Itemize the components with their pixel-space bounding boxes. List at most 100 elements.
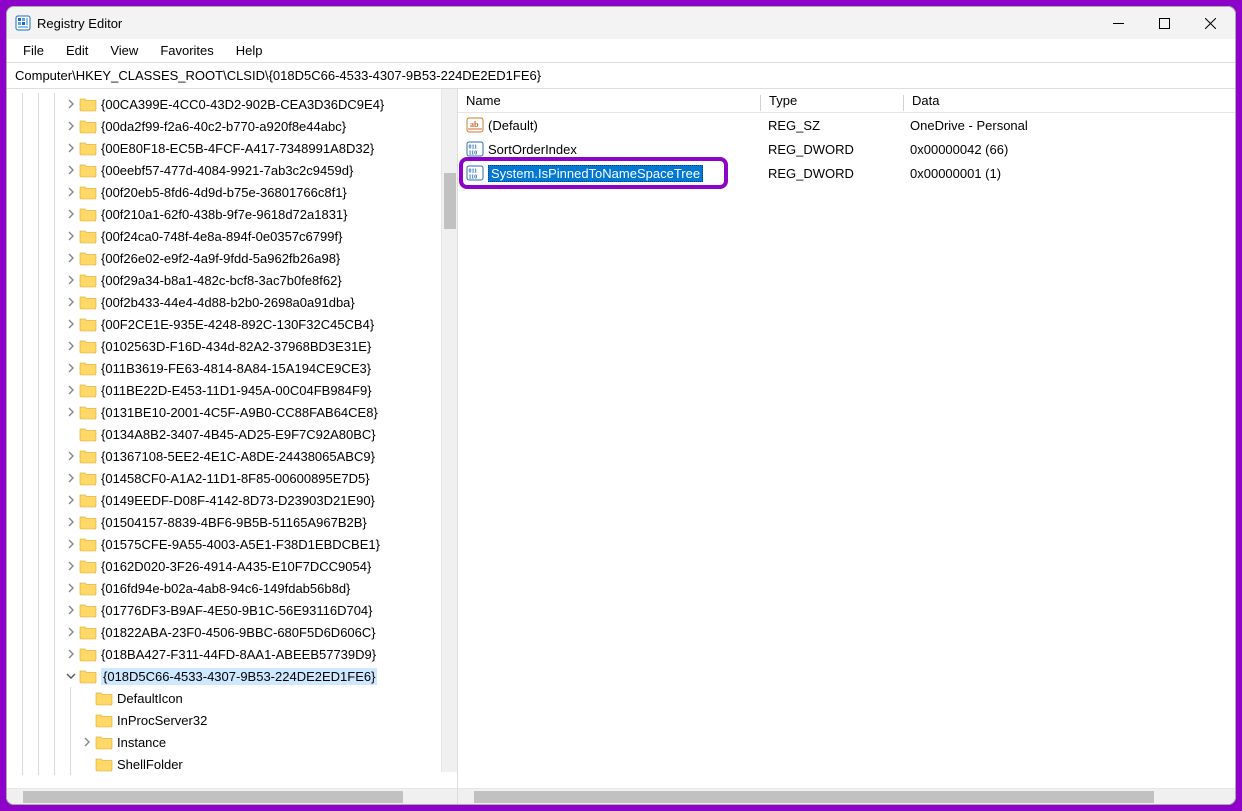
tree-item[interactable]: {018D5C66-4533-4307-9B53-224DE2ED1FE6} [7,665,457,687]
chevron-right-icon[interactable] [63,203,79,225]
tree-item[interactable]: DefaultIcon [7,687,457,709]
chevron-right-icon[interactable] [63,357,79,379]
tree-item[interactable]: {0162D020-3F26-4914-A435-E10F7DCC9054} [7,555,457,577]
tree-item-label: {01575CFE-9A55-4003-A5E1-F38D1EBDCBE1} [101,537,380,552]
tree-item[interactable]: {01504157-8839-4BF6-9B5B-51165A967B2B} [7,511,457,533]
tree-item[interactable]: {00CA399E-4CC0-43D2-902B-CEA3D36DC9E4} [7,93,457,115]
tree-item-label: {0149EEDF-D08F-4142-8D73-D23903D21E90} [101,493,375,508]
chevron-right-icon[interactable] [63,379,79,401]
chevron-right-icon[interactable] [63,335,79,357]
tree-item[interactable]: {00f29a34-b8a1-482c-bcf8-3ac7b0fe8f62} [7,269,457,291]
tree-item[interactable]: {00f2b433-44e4-4d88-b2b0-2698a0a91dba} [7,291,457,313]
tree-item[interactable]: {0131BE10-2001-4C5F-A9B0-CC88FAB64CE8} [7,401,457,423]
tree-item[interactable]: {00E80F18-EC5B-4FCF-A417-7348991A8D32} [7,137,457,159]
tree-item[interactable]: {00f24ca0-748f-4e8a-894f-0e0357c6799f} [7,225,457,247]
chevron-right-icon[interactable] [63,313,79,335]
titlebar[interactable]: Registry Editor [7,7,1235,39]
tree-item-label: {0134A8B2-3407-4B45-AD25-E9F7C92A80BC} [101,427,376,442]
tree-item[interactable]: ShellFolder [7,753,457,775]
chevron-right-icon[interactable] [63,533,79,555]
tree-item[interactable]: Instance [7,731,457,753]
chevron-right-icon[interactable] [63,93,79,115]
maximize-button[interactable] [1141,7,1187,39]
chevron-right-icon[interactable] [63,181,79,203]
tree-item[interactable]: {01367108-5EE2-4E1C-A8DE-24438065ABC9} [7,445,457,467]
chevron-right-icon[interactable] [63,291,79,313]
tree-item[interactable]: {0134A8B2-3407-4B45-AD25-E9F7C92A80BC} [7,423,457,445]
folder-icon [79,492,97,508]
folder-icon [79,316,97,332]
tree-item[interactable]: {00f20eb5-8fd6-4d9d-b75e-36801766c8f1} [7,181,457,203]
tree-item[interactable]: {011BE22D-E453-11D1-945A-00C04FB984F9} [7,379,457,401]
minimize-button[interactable] [1095,7,1141,39]
close-button[interactable] [1187,7,1233,39]
values-list[interactable]: (Default)REG_SZOneDrive - PersonalSortOr… [458,113,1235,788]
tree-horizontal-scrollbar[interactable] [7,788,457,804]
folder-icon [79,470,97,486]
tree-item[interactable]: {0102563D-F16D-434d-82A2-37968BD3E31E} [7,335,457,357]
registry-tree[interactable]: {00CA399E-4CC0-43D2-902B-CEA3D36DC9E4}{0… [7,89,457,777]
chevron-right-icon[interactable] [63,467,79,489]
menu-file[interactable]: File [13,41,54,60]
values-header[interactable]: Name Type Data [458,89,1235,113]
tree-item[interactable]: {01776DF3-B9AF-4E50-9B1C-56E93116D704} [7,599,457,621]
values-horizontal-scrollbar[interactable] [458,788,1235,804]
tree-item-label: {00f210a1-62f0-438b-9f7e-9618d72a1831} [101,207,348,222]
chevron-right-icon[interactable] [63,247,79,269]
folder-icon [79,118,97,134]
tree-vertical-scrollbar[interactable] [441,89,457,772]
tree-item[interactable]: {00F2CE1E-935E-4248-892C-130F32C45CB4} [7,313,457,335]
tree-item[interactable]: {00f26e02-e9f2-4a9f-9fdd-5a962fb26a98} [7,247,457,269]
chevron-right-icon[interactable] [63,643,79,665]
tree-item[interactable]: {011B3619-FE63-4814-8A84-15A194CE9CE3} [7,357,457,379]
tree-item[interactable]: {01822ABA-23F0-4506-9BBC-680F5D6D606C} [7,621,457,643]
chevron-right-icon[interactable] [63,225,79,247]
chevron-right-icon[interactable] [63,115,79,137]
chevron-right-icon[interactable] [63,445,79,467]
value-data: 0x00000042 (66) [902,142,1235,157]
folder-icon [79,162,97,178]
tree-item-label: {01504157-8839-4BF6-9B5B-51165A967B2B} [101,515,367,530]
chevron-right-icon[interactable] [63,137,79,159]
chevron-right-icon[interactable] [63,511,79,533]
reg-dword-icon [466,140,484,158]
chevron-down-icon[interactable] [63,665,79,687]
value-row[interactable]: (Default)REG_SZOneDrive - Personal [458,113,1235,137]
tree-item[interactable]: {01575CFE-9A55-4003-A5E1-F38D1EBDCBE1} [7,533,457,555]
address-bar[interactable]: Computer\HKEY_CLASSES_ROOT\CLSID\{018D5C… [7,63,1235,89]
chevron-right-icon[interactable] [63,489,79,511]
tree-item[interactable]: {01458CF0-A1A2-11D1-8F85-00600895E7D5} [7,467,457,489]
chevron-right-icon[interactable] [63,401,79,423]
menu-help[interactable]: Help [226,41,273,60]
tree-item[interactable]: InProcServer32 [7,709,457,731]
chevron-right-icon[interactable] [79,731,95,753]
tree-item[interactable]: {0149EEDF-D08F-4142-8D73-D23903D21E90} [7,489,457,511]
chevron-right-icon[interactable] [63,577,79,599]
menu-edit[interactable]: Edit [56,41,98,60]
tree-item[interactable]: {00eebf57-477d-4084-9921-7ab3c2c9459d} [7,159,457,181]
value-row[interactable]: System.IsPinnedToNameSpaceTreeREG_DWORD0… [458,161,1235,185]
chevron-right-icon[interactable] [63,599,79,621]
chevron-right-icon[interactable] [63,555,79,577]
tree-item-label: {01776DF3-B9AF-4E50-9B1C-56E93116D704} [101,603,373,618]
tree-item[interactable]: {00f210a1-62f0-438b-9f7e-9618d72a1831} [7,203,457,225]
folder-icon [79,294,97,310]
tree-item-label: DefaultIcon [117,691,183,706]
chevron-right-icon[interactable] [63,159,79,181]
column-header-data[interactable]: Data [904,93,1235,108]
menu-view[interactable]: View [100,41,148,60]
value-row[interactable]: SortOrderIndexREG_DWORD0x00000042 (66) [458,137,1235,161]
folder-icon [95,734,113,750]
tree-item[interactable]: {00da2f99-f2a6-40c2-b770-a920f8e44abc} [7,115,457,137]
column-header-type[interactable]: Type [761,93,903,108]
folder-icon [79,250,97,266]
tree-item-label: ShellFolder [117,757,183,772]
column-header-name[interactable]: Name [458,93,760,108]
tree-item-label: {0102563D-F16D-434d-82A2-37968BD3E31E} [101,339,371,354]
chevron-right-icon[interactable] [63,621,79,643]
chevron-right-icon[interactable] [63,269,79,291]
tree-item[interactable]: {018BA427-F311-44FD-8AA1-ABEEB57739D9} [7,643,457,665]
tree-item-label: InProcServer32 [117,713,207,728]
menu-favorites[interactable]: Favorites [150,41,223,60]
tree-item[interactable]: {016fd94e-b02a-4ab8-94c6-149fdab56b8d} [7,577,457,599]
